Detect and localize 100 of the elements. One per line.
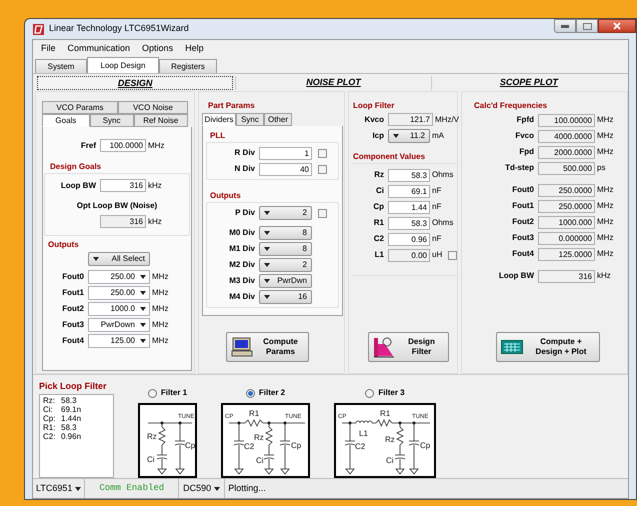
- summary-value: 58.3: [61, 396, 77, 404]
- unit-label: MHz: [151, 319, 168, 331]
- field-label: Loop BW: [498, 270, 535, 282]
- field-label: P Div: [234, 207, 256, 219]
- field-label: M0 Div: [228, 227, 256, 239]
- dropdown-field[interactable]: 125.00: [88, 334, 150, 348]
- unit-label: MHz: [596, 146, 614, 158]
- dropdown[interactable]: 2: [259, 258, 312, 272]
- menu-item[interactable]: Help: [185, 42, 204, 56]
- unit-label: MHz: [596, 184, 614, 196]
- dropdown-field[interactable]: 250.00: [88, 270, 150, 284]
- input-field[interactable]: 40: [259, 162, 312, 176]
- action-button[interactable]: Compute + Design + Plot: [496, 332, 600, 362]
- dropdown-arrow-icon: [93, 257, 99, 261]
- tab[interactable]: Sync: [90, 114, 134, 127]
- component-label: Rz: [385, 435, 395, 444]
- group-title: Calc'd Frequencies: [474, 100, 548, 112]
- radio-button[interactable]: [148, 388, 157, 398]
- menu-item[interactable]: Options: [142, 42, 174, 56]
- readonly-field: 0.000000: [538, 232, 595, 244]
- unit-label: MHz: [151, 271, 168, 283]
- unit-label: mA: [431, 130, 444, 142]
- summary-label: Ci:: [43, 404, 54, 414]
- checkbox[interactable]: [318, 164, 327, 174]
- checkbox[interactable]: [318, 208, 327, 218]
- component-label: C2: [355, 442, 366, 451]
- radio-label: Filter 1: [160, 387, 188, 399]
- dropdown-field[interactable]: 1000.0: [88, 302, 150, 316]
- field-label: Fout2: [511, 216, 535, 228]
- view-tab[interactable]: NOISE PLOT: [235, 76, 431, 90]
- device-dropdown[interactable]: LTC6951: [33, 479, 86, 498]
- input-field[interactable]: 0.96: [388, 232, 430, 246]
- input-field[interactable]: 100.0000: [100, 139, 146, 152]
- dropdown[interactable]: 8: [259, 242, 312, 256]
- field-label: Td-step: [504, 162, 535, 174]
- unit-label: MHz: [596, 248, 614, 260]
- dropdown-arrow-icon: [264, 263, 270, 267]
- close-button[interactable]: [598, 19, 636, 33]
- radio-button[interactable]: [365, 388, 374, 398]
- dropdown[interactable]: 2: [259, 206, 312, 220]
- group-title: Part Params: [208, 100, 256, 112]
- input-field[interactable]: 58.3: [388, 168, 430, 182]
- input-field[interactable]: 69.1: [388, 184, 430, 198]
- component-label: C2: [244, 442, 254, 451]
- tab[interactable]: VCO Params: [42, 101, 118, 114]
- field-label: Kvco: [363, 114, 385, 126]
- menu-item[interactable]: File: [41, 42, 56, 56]
- tab[interactable]: VCO Noise: [118, 101, 188, 114]
- unit-label: MHz: [151, 335, 168, 347]
- unit-label: uH: [431, 249, 442, 261]
- tab[interactable]: Sync: [236, 113, 264, 126]
- summary-value: 69.1n: [61, 404, 82, 414]
- menu-item[interactable]: Communication: [68, 42, 130, 56]
- group-title: Design Goals: [50, 161, 102, 173]
- view-tab[interactable]: SCOPE PLOT: [430, 76, 626, 90]
- tab[interactable]: Goals: [42, 114, 90, 127]
- tab[interactable]: Dividers: [202, 113, 236, 126]
- dropdown-field[interactable]: 250.00: [88, 286, 150, 300]
- field-label: Fout1: [61, 287, 85, 299]
- dropdown-field[interactable]: PwrDown: [88, 318, 150, 332]
- dropdown[interactable]: 8: [259, 226, 312, 240]
- connection-status: Comm Enabled: [85, 479, 180, 498]
- unit-label: nF: [431, 233, 442, 245]
- field-label: Opt Loop BW (Noise): [76, 200, 158, 212]
- checkbox[interactable]: [448, 250, 458, 260]
- dropdown[interactable]: PwrDwn: [259, 274, 312, 288]
- board-dropdown[interactable]: DC590: [179, 479, 226, 498]
- action-button[interactable]: Compute Params: [226, 332, 309, 362]
- status-message: Plotting...: [227, 482, 267, 495]
- tab[interactable]: Ref Noise: [134, 114, 188, 127]
- tab[interactable]: Loop Design: [87, 57, 159, 73]
- dropdown[interactable]: 11.2: [388, 129, 430, 143]
- radio-label: Filter 3: [378, 387, 405, 399]
- input-field[interactable]: 1.44: [388, 200, 430, 214]
- tab[interactable]: Other: [264, 113, 292, 126]
- component-label: Cp: [420, 441, 430, 450]
- minimize-icon: [561, 24, 569, 28]
- summary-value: 1.44n: [61, 414, 82, 422]
- view-tab[interactable]: DESIGN: [37, 76, 234, 90]
- field-label: Fpfd: [516, 114, 535, 126]
- field-label: L1: [374, 249, 385, 261]
- unit-label: nF: [431, 185, 442, 197]
- input-field[interactable]: 58.3: [388, 216, 430, 230]
- maximize-icon: [582, 22, 592, 30]
- checkbox[interactable]: [318, 148, 327, 158]
- field-label: Fvco: [514, 130, 535, 142]
- radio-button[interactable]: [246, 388, 255, 398]
- maximize-button[interactable]: [576, 19, 598, 33]
- action-button[interactable]: Design Filter: [368, 332, 449, 362]
- tab[interactable]: Registers: [159, 59, 217, 73]
- dropdown[interactable]: 16: [259, 290, 312, 304]
- input-field[interactable]: 1: [259, 146, 312, 160]
- field-label: N Div: [234, 163, 256, 175]
- dropdown[interactable]: All Select: [88, 252, 150, 266]
- component-label: Ci: [147, 455, 155, 464]
- dropdown-arrow-icon: [140, 339, 146, 343]
- minimize-button[interactable]: [554, 19, 576, 33]
- tab[interactable]: System: [35, 59, 87, 73]
- component-label: Cp: [185, 441, 195, 450]
- input-field[interactable]: 316: [100, 179, 146, 192]
